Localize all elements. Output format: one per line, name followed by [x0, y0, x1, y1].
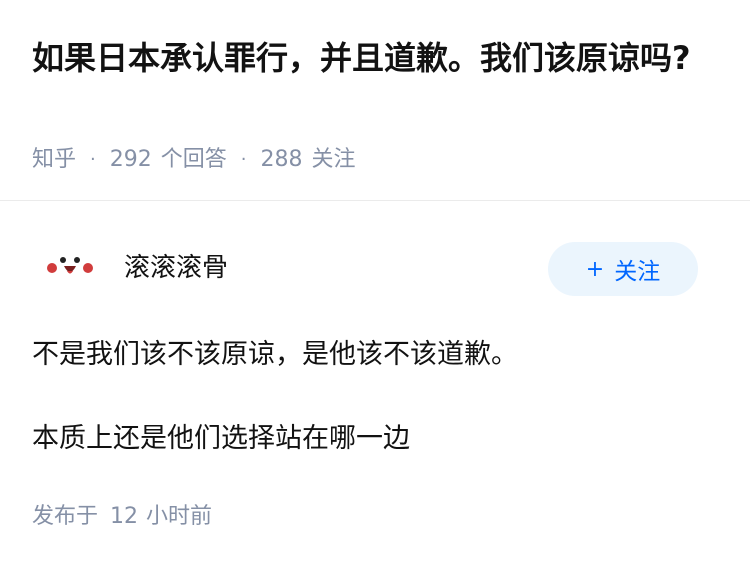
answer-body[interactable]: 不是我们该不该原谅，是他该不该道歉。 本质上还是他们选择站在哪一边	[32, 334, 722, 460]
publish-label: 发布于	[32, 504, 99, 529]
separator-dot: ·	[240, 149, 247, 170]
question-title[interactable]: 如果日本承认罪行，并且道歉。我们该原谅吗?	[32, 34, 732, 82]
author-row: 滚滚滚骨 + 关注	[32, 236, 700, 300]
plus-icon: +	[585, 256, 605, 282]
answer-count: 292	[109, 147, 152, 172]
separator-dot: ·	[90, 149, 96, 170]
question-meta: 知乎 · 292 个回答 · 288 关注	[32, 145, 356, 175]
publish-time: 发布于 12 小时前	[32, 502, 212, 532]
divider	[0, 200, 750, 201]
publish-time-number: 12	[110, 504, 139, 529]
follow-count-label: 关注	[311, 147, 356, 172]
publish-time-unit: 小时前	[146, 504, 213, 529]
author-name[interactable]: 滚滚滚骨	[124, 250, 228, 286]
avatar-face-icon	[47, 257, 93, 274]
answer-count-label: 个回答	[160, 147, 227, 172]
answer-paragraph: 不是我们该不该原谅，是他该不该道歉。	[32, 339, 518, 370]
avatar[interactable]	[32, 236, 108, 300]
follow-button[interactable]: + 关注	[548, 242, 698, 296]
source-label[interactable]: 知乎	[32, 145, 76, 175]
follow-count: 288	[260, 147, 303, 172]
answer-paragraph: 本质上还是他们选择站在哪一边	[32, 423, 410, 454]
follow-button-label: 关注	[614, 259, 661, 285]
